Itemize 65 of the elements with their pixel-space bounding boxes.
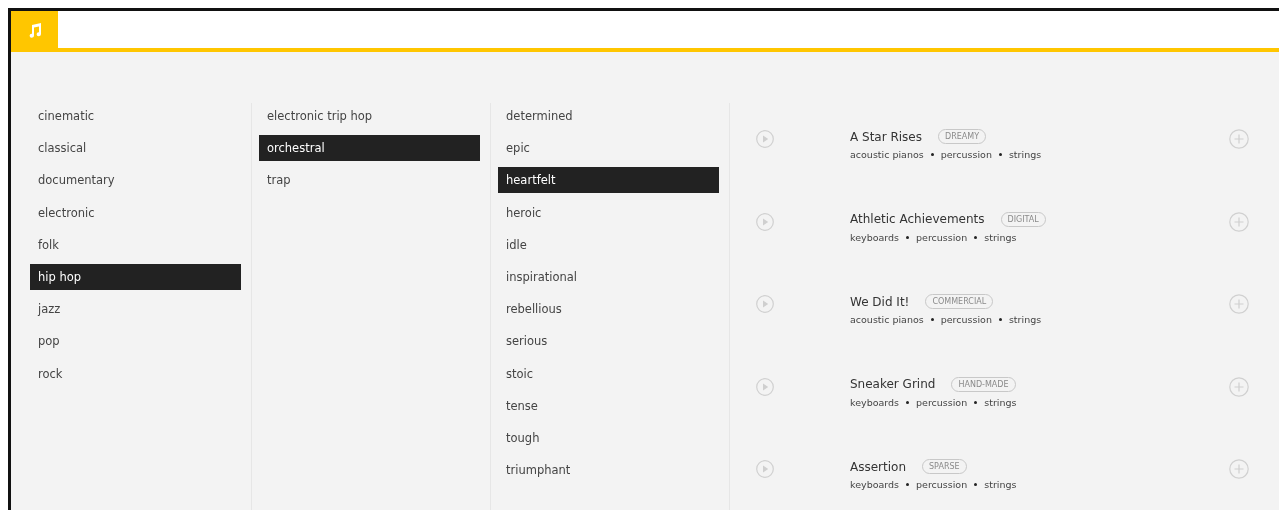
instrument-label: percussion — [916, 231, 968, 243]
list-item[interactable]: stoic — [498, 360, 719, 387]
separator-dot — [998, 153, 1002, 156]
separator-dot — [974, 483, 978, 486]
list-item[interactable]: heroic — [498, 199, 719, 226]
separator-dot — [930, 153, 934, 156]
instrument-label: percussion — [916, 396, 968, 408]
instrument-label: percussion — [940, 149, 992, 160]
play-icon[interactable] — [756, 130, 774, 148]
instrument-label: keyboards — [850, 396, 899, 408]
play-icon[interactable] — [756, 377, 774, 396]
list-item[interactable]: trap — [259, 167, 480, 194]
track-title: Athletic Achievements — [850, 212, 985, 226]
separator-dot — [974, 235, 978, 239]
add-icon[interactable] — [1229, 459, 1249, 479]
add-icon[interactable] — [1229, 376, 1249, 397]
instrument-label: acoustic pianos — [850, 314, 924, 325]
list-item[interactable]: idle — [498, 231, 719, 258]
instrument-label: percussion — [940, 314, 992, 325]
list-item[interactable]: pop — [30, 328, 241, 355]
play-icon[interactable] — [756, 295, 774, 313]
separator-dot — [906, 483, 909, 486]
list-item[interactable]: tense — [498, 392, 719, 419]
separator-dot — [930, 318, 934, 321]
list-item[interactable]: electronic — [30, 199, 241, 226]
add-icon[interactable] — [1229, 129, 1249, 149]
instrument-label: strings — [984, 231, 1017, 243]
list-item[interactable]: orchestral — [259, 135, 480, 162]
instrument-label: strings — [1008, 314, 1042, 325]
add-icon[interactable] — [1229, 294, 1249, 314]
instrument-label: strings — [1008, 149, 1042, 160]
separator-dot — [998, 318, 1002, 321]
track-title: We Did It! — [850, 294, 910, 309]
list-item[interactable]: rock — [30, 360, 241, 387]
separator-dot — [974, 400, 978, 404]
list-item[interactable]: tough — [498, 424, 719, 451]
instrument-label: acoustic pianos — [850, 149, 924, 160]
instrument-label: strings — [984, 396, 1017, 408]
logo-tab[interactable] — [11, 11, 58, 48]
list-item[interactable]: classical — [30, 135, 241, 162]
track-title: A Star Rises — [850, 129, 922, 144]
list-item[interactable]: cinematic — [30, 103, 241, 129]
list-item[interactable]: rebellious — [498, 296, 719, 323]
list-item[interactable]: hip hop — [30, 263, 241, 290]
list-item[interactable]: inspirational — [498, 263, 719, 290]
separator-dot — [906, 235, 909, 239]
list-item[interactable]: serious — [498, 328, 719, 355]
instrument-label: strings — [984, 479, 1017, 490]
list-item[interactable]: documentary — [30, 167, 241, 194]
track-title: Assertion — [850, 459, 906, 474]
list-item[interactable]: triumphant — [498, 457, 719, 484]
instrument-label: keyboards — [850, 479, 899, 490]
instrument-label: keyboards — [850, 231, 899, 243]
add-icon[interactable] — [1229, 211, 1249, 232]
list-item[interactable]: electronic trip hop — [259, 103, 480, 129]
list-item[interactable]: heartfelt — [498, 167, 719, 194]
list-item[interactable]: folk — [30, 231, 241, 258]
play-icon[interactable] — [756, 212, 774, 231]
instrument-label: percussion — [916, 479, 968, 490]
list-item[interactable]: jazz — [30, 296, 241, 323]
list-item[interactable]: epic — [498, 135, 719, 162]
separator-dot — [906, 400, 909, 404]
track-title: Sneaker Grind — [850, 377, 936, 391]
play-icon[interactable] — [756, 460, 774, 478]
list-item[interactable]: determined — [498, 103, 719, 129]
